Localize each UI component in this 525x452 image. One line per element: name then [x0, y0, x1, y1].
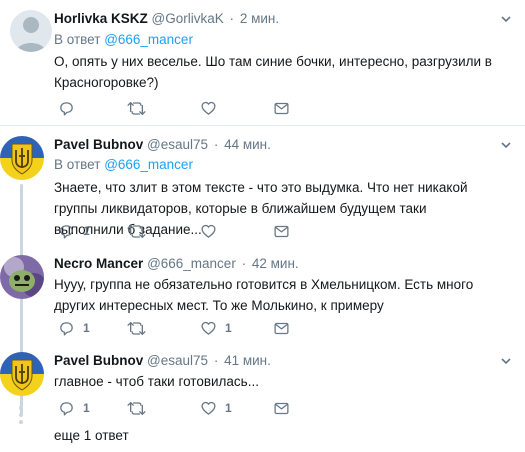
retweet-button[interactable] — [127, 222, 146, 240]
tweet-header: Necro Mancer @666_mancer · 42 мин. — [54, 255, 299, 273]
tweet-actions: 1 — [54, 222, 494, 240]
timestamp[interactable]: 2 мин. — [240, 11, 279, 26]
message-button[interactable] — [273, 99, 290, 117]
reply-icon — [60, 401, 73, 416]
timestamp[interactable]: 41 мин. — [224, 353, 271, 368]
retweet-button[interactable] — [127, 399, 146, 417]
avatar[interactable] — [0, 255, 44, 299]
like-button[interactable]: 1 — [200, 399, 232, 417]
reply-button[interactable]: 1 — [58, 319, 90, 337]
reply-button[interactable]: 1 — [58, 222, 90, 240]
message-button[interactable] — [273, 222, 290, 240]
retweet-icon — [127, 101, 146, 115]
avatar[interactable] — [0, 352, 44, 396]
tweet-text: О, опять у них веселье. Шо там синие боч… — [54, 54, 492, 90]
display-name[interactable]: Necro Mancer — [54, 256, 143, 271]
tweet-header: Horlivka KSKZ @GorlivkaK · 2 мин. — [54, 10, 279, 28]
tweet-text: Нууу, группа не обязательно готовится в … — [54, 277, 474, 313]
separator: · — [213, 137, 219, 152]
separator: · — [241, 256, 247, 271]
avatar[interactable] — [10, 10, 52, 52]
retweet-icon — [127, 321, 146, 335]
monster-icon — [0, 255, 44, 299]
separator: · — [229, 11, 235, 26]
timestamp[interactable]: 42 мин. — [252, 256, 299, 271]
heart-icon — [201, 401, 216, 415]
default-avatar-icon — [10, 10, 52, 52]
avatar[interactable] — [0, 136, 44, 180]
message-button[interactable] — [273, 319, 290, 337]
display-name[interactable]: Pavel Bubnov — [54, 353, 143, 368]
retweet-icon — [127, 401, 146, 415]
like-button[interactable] — [200, 99, 217, 117]
tweet-text: главное - чтоб таки готовилась... — [54, 374, 259, 389]
envelope-icon — [274, 225, 289, 237]
more-replies-link[interactable]: еще 1 ответ — [54, 428, 129, 443]
timestamp[interactable]: 44 мин. — [224, 137, 271, 152]
reply-count: 1 — [83, 321, 90, 335]
reply-context: В ответ @666_mancer — [54, 156, 193, 174]
reply-prefix: В ответ — [54, 157, 101, 172]
reply-count: 1 — [83, 401, 90, 415]
reply-mention[interactable]: @666_mancer — [104, 32, 193, 47]
envelope-icon — [274, 402, 289, 414]
user-handle[interactable]: @666_mancer — [147, 256, 236, 271]
reply-button[interactable] — [58, 99, 75, 117]
envelope-icon — [274, 102, 289, 114]
chevron-down-icon[interactable] — [501, 14, 511, 24]
envelope-icon — [274, 322, 289, 334]
like-button[interactable] — [200, 222, 217, 240]
message-button[interactable] — [273, 399, 290, 417]
user-handle[interactable]: @esaul75 — [147, 137, 208, 152]
tweet-actions: 1 1 — [54, 319, 494, 337]
divider — [0, 125, 525, 126]
chevron-down-icon[interactable] — [501, 140, 511, 150]
like-count: 1 — [225, 321, 232, 335]
chevron-down-icon[interactable] — [501, 356, 511, 366]
display-name[interactable]: Horlivka KSKZ — [54, 11, 148, 26]
trident-shield-icon — [0, 136, 44, 180]
heart-icon — [201, 101, 216, 115]
reply-button[interactable]: 1 — [58, 399, 90, 417]
reply-icon — [60, 321, 73, 336]
heart-icon — [201, 224, 216, 238]
reply-icon — [60, 224, 73, 239]
reply-prefix: В ответ — [54, 32, 101, 47]
separator: · — [213, 353, 219, 368]
retweet-icon — [127, 224, 146, 238]
tweet-actions — [54, 99, 494, 117]
reply-mention[interactable]: @666_mancer — [104, 157, 193, 172]
retweet-button[interactable] — [127, 99, 146, 117]
tweet-actions: 1 1 — [54, 399, 494, 417]
tweet-header: Pavel Bubnov @esaul75 · 41 мин. — [54, 352, 271, 370]
display-name[interactable]: Pavel Bubnov — [54, 137, 143, 152]
like-button[interactable]: 1 — [200, 319, 232, 337]
tweet-header: Pavel Bubnov @esaul75 · 44 мин. — [54, 136, 271, 154]
like-count: 1 — [225, 401, 232, 415]
thread-continuation-dots — [19, 406, 23, 427]
reply-count: 1 — [83, 224, 90, 238]
retweet-button[interactable] — [127, 319, 146, 337]
user-handle[interactable]: @GorlivkaK — [152, 11, 224, 26]
reply-context: В ответ @666_mancer — [54, 31, 193, 49]
trident-shield-icon — [0, 352, 44, 396]
reply-icon — [60, 101, 73, 116]
user-handle[interactable]: @esaul75 — [147, 353, 208, 368]
heart-icon — [201, 321, 216, 335]
